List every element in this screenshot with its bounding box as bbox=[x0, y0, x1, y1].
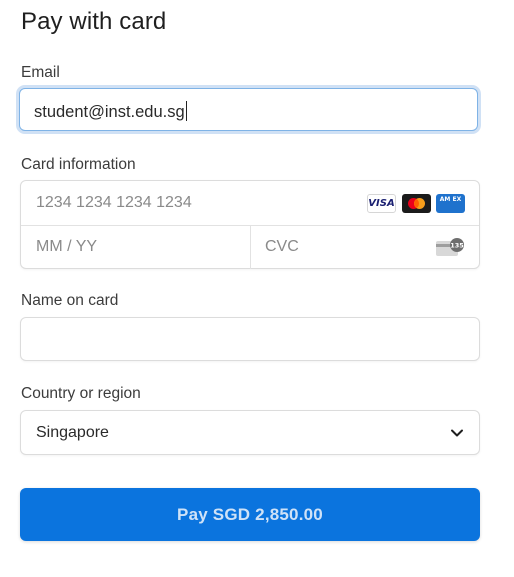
name-on-card-label: Name on card bbox=[21, 292, 119, 309]
card-information-group: 1234 1234 1234 1234 VISA AM EX MM / YY C… bbox=[20, 180, 480, 269]
amex-icon: AM EX bbox=[436, 194, 465, 213]
country-selected-value: Singapore bbox=[36, 424, 109, 441]
card-information-label: Card information bbox=[21, 156, 136, 173]
email-label: Email bbox=[21, 64, 60, 81]
pay-button[interactable]: Pay SGD 2,850.00 bbox=[20, 488, 480, 541]
email-field[interactable]: student@inst.edu.sg bbox=[19, 88, 478, 131]
country-select[interactable]: Singapore bbox=[20, 410, 480, 455]
cvc-input[interactable]: CVC bbox=[265, 238, 299, 256]
name-on-card-field[interactable] bbox=[20, 317, 480, 361]
cvc-card-icon: 135 bbox=[436, 238, 464, 256]
mastercard-logo bbox=[408, 198, 425, 209]
mastercard-icon bbox=[402, 194, 431, 213]
chevron-down-icon bbox=[451, 429, 463, 437]
card-number-input[interactable]: 1234 1234 1234 1234 bbox=[36, 194, 192, 212]
country-label: Country or region bbox=[21, 385, 141, 402]
email-value[interactable]: student@inst.edu.sg bbox=[34, 101, 187, 122]
card-divider-vertical bbox=[250, 225, 251, 269]
expiry-input[interactable]: MM / YY bbox=[36, 238, 97, 256]
pay-button-label: Pay SGD 2,850.00 bbox=[177, 505, 323, 524]
cvc-icon-number: 135 bbox=[450, 242, 464, 250]
text-caret bbox=[185, 101, 187, 121]
page-title: Pay with card bbox=[21, 8, 167, 35]
visa-icon: VISA bbox=[367, 194, 396, 213]
